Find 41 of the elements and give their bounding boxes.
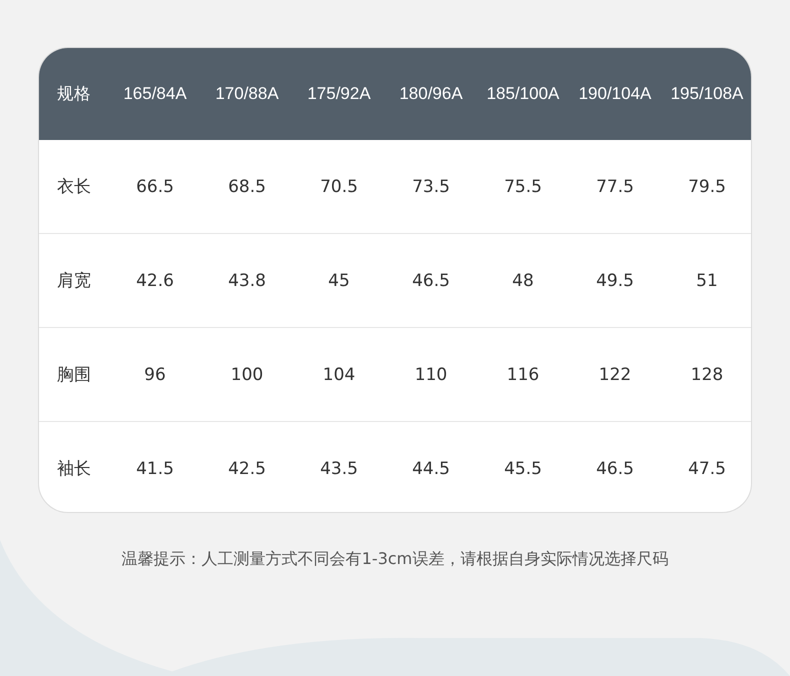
table-cell-text: 45 — [327, 270, 351, 290]
table-cell-text: 100 — [230, 364, 264, 384]
table-cell-text: 42.5 — [227, 458, 267, 478]
table-cell-text: 66.5 — [135, 176, 175, 196]
table-cell-text: 46.5 — [595, 458, 635, 478]
table-cell-text: 51 — [695, 270, 719, 290]
table-cell-text: 110 — [414, 364, 448, 384]
table-cell-text: 96 — [143, 364, 167, 384]
table-cell-text: 41.5 — [135, 458, 175, 478]
table-cell-text: 73.5 — [411, 176, 451, 196]
table-cell-text: 79.5 — [687, 176, 727, 196]
column-header: 165/84A — [122, 84, 188, 104]
column-header: 规格 — [56, 83, 92, 105]
row-label: 胸围 — [56, 364, 92, 386]
table-cell-text: 45.5 — [503, 458, 543, 478]
table-cell-text: 116 — [506, 364, 540, 384]
table-cell-text: 42.6 — [135, 270, 175, 290]
row-label: 袖长 — [56, 458, 92, 480]
table-cell-text: 75.5 — [503, 176, 543, 196]
table-cell-text: 77.5 — [595, 176, 635, 196]
table-cell-text: 49.5 — [595, 270, 635, 290]
table-cell-text: 70.5 — [319, 176, 359, 196]
table-cell-text: 43.8 — [227, 270, 267, 290]
table-cell-text: 122 — [598, 364, 632, 384]
table-cell-text: 68.5 — [227, 176, 267, 196]
table-cell-text: 46.5 — [411, 270, 451, 290]
table-cell-text: 43.5 — [319, 458, 359, 478]
row-label: 肩宽 — [56, 270, 92, 292]
table-cell-text: 44.5 — [411, 458, 451, 478]
row-label: 衣长 — [56, 176, 92, 198]
table-cell-text: 48 — [511, 270, 535, 290]
column-header: 195/108A — [670, 84, 744, 104]
note-text: 温馨提示：人工测量方式不同会有1-3cm误差，请根据自身实际情况选择尺码 — [120, 549, 670, 570]
table-cell-text: 47.5 — [687, 458, 727, 478]
column-header: 170/88A — [214, 84, 280, 104]
table-cell-text: 104 — [322, 364, 356, 384]
table-cell-text: 128 — [690, 364, 724, 384]
column-header: 180/96A — [398, 84, 464, 104]
column-header: 190/104A — [578, 84, 652, 104]
column-header: 185/100A — [486, 84, 560, 104]
column-header: 175/92A — [306, 84, 372, 104]
